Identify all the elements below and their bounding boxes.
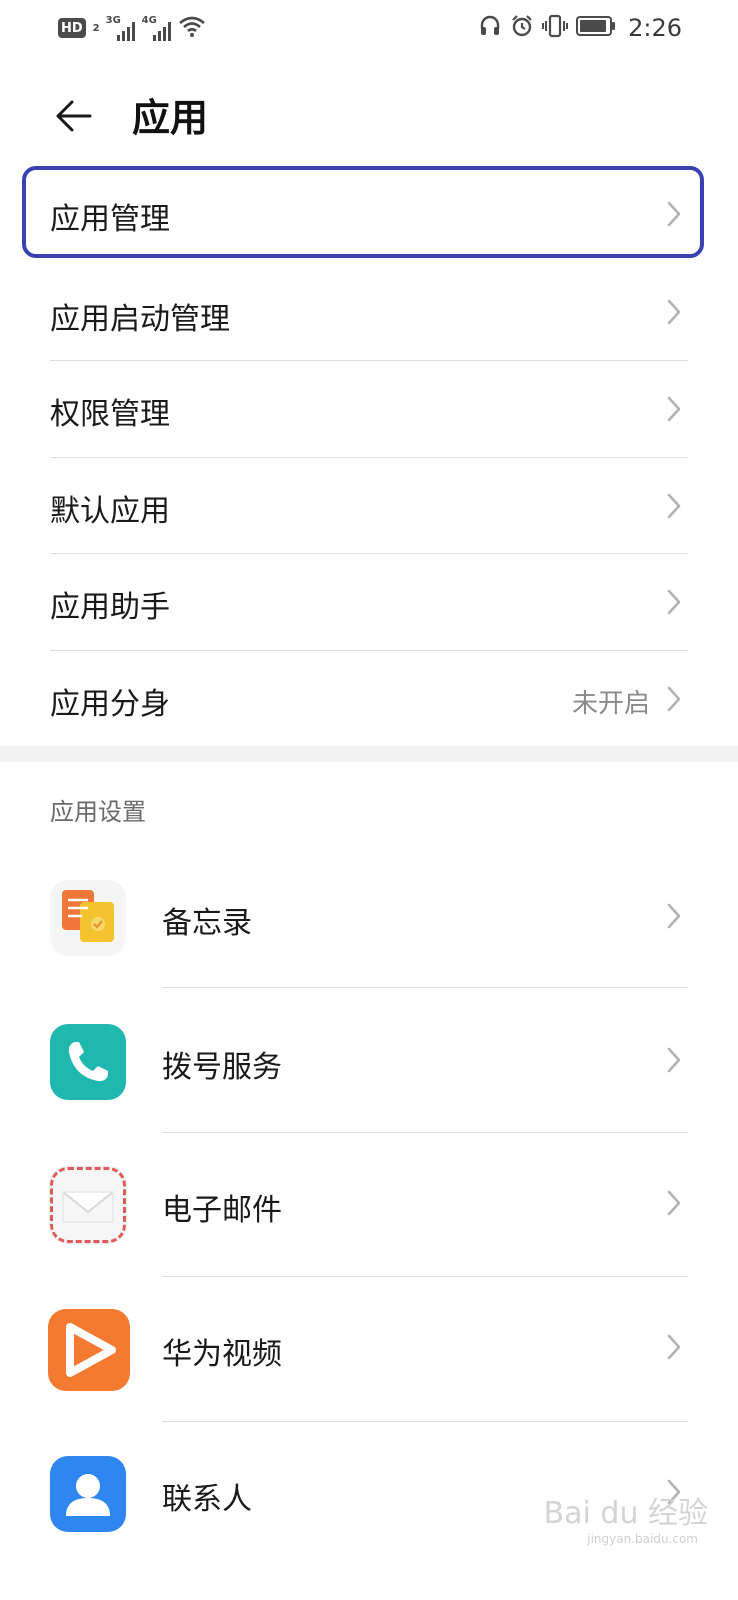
email-icon (49, 1166, 127, 1244)
menu-item-default-apps[interactable]: 默认应用 (0, 458, 738, 554)
chevron-right-icon (666, 492, 682, 520)
back-arrow-icon (54, 96, 94, 140)
watermark: Bai du 经验 (543, 1496, 708, 1531)
app-label: 备忘录 (162, 906, 252, 941)
chevron-right-icon (666, 1333, 682, 1361)
headphones-icon (478, 14, 502, 42)
app-item-dialer[interactable]: 拨号服务 (0, 988, 738, 1132)
menu-item-label: 权限管理 (50, 397, 170, 432)
chevron-right-icon (666, 298, 682, 326)
app-twin-status: 未开启 (571, 689, 650, 719)
app-item-notepad[interactable]: 备忘录 (0, 862, 738, 988)
menu-item-label: 默认应用 (50, 494, 170, 529)
menu-item-startup-management[interactable]: 应用启动管理 (0, 264, 738, 360)
menu-item-label: 应用分身 (50, 687, 170, 722)
app-label: 电子邮件 (162, 1193, 282, 1228)
chevron-right-icon (666, 1189, 682, 1217)
app-label: 华为视频 (162, 1337, 282, 1372)
section-separator (0, 746, 738, 762)
signal-icon: 3G (106, 15, 136, 41)
hd-sub-label: 2 (92, 22, 100, 34)
phone-icon (50, 1024, 126, 1100)
app-item-email[interactable]: 电子邮件 (0, 1133, 738, 1277)
menu-item-label: 应用助手 (50, 590, 170, 625)
menu-item-app-assistant[interactable]: 应用助手 (0, 554, 738, 650)
battery-icon (576, 15, 616, 41)
menu-item-permission-management[interactable]: 权限管理 (0, 361, 738, 457)
app-label: 拨号服务 (162, 1050, 282, 1085)
section-title: 应用设置 (50, 798, 146, 826)
video-icon (48, 1309, 130, 1391)
clock: 2:26 (628, 14, 682, 42)
app-header: 应用 (0, 70, 738, 160)
chevron-right-icon (666, 685, 682, 713)
menu-item-label: 应用启动管理 (50, 302, 230, 337)
chevron-right-icon (666, 1046, 682, 1074)
notepad-icon (50, 880, 126, 956)
app-label: 联系人 (162, 1482, 252, 1517)
app-item-huawei-video[interactable]: 华为视频 (0, 1277, 738, 1421)
chevron-right-icon (666, 902, 682, 930)
page-title: 应用 (132, 96, 209, 140)
chevron-right-icon (666, 395, 682, 423)
signal-icon: 4G (142, 15, 172, 41)
contacts-icon (50, 1456, 126, 1532)
watermark-sub: jingyan.baidu.com (587, 1532, 698, 1546)
chevron-right-icon (666, 588, 682, 616)
alarm-icon (510, 14, 534, 42)
highlight-frame (22, 166, 704, 258)
vibrate-icon (542, 14, 569, 42)
status-bar: HD 2 3G 4G 2:26 (0, 0, 738, 56)
back-button[interactable] (44, 88, 104, 148)
hd-icon: HD (58, 18, 86, 38)
menu-item-app-twin[interactable]: 应用分身 未开启 (0, 651, 738, 746)
wifi-icon (178, 14, 206, 42)
